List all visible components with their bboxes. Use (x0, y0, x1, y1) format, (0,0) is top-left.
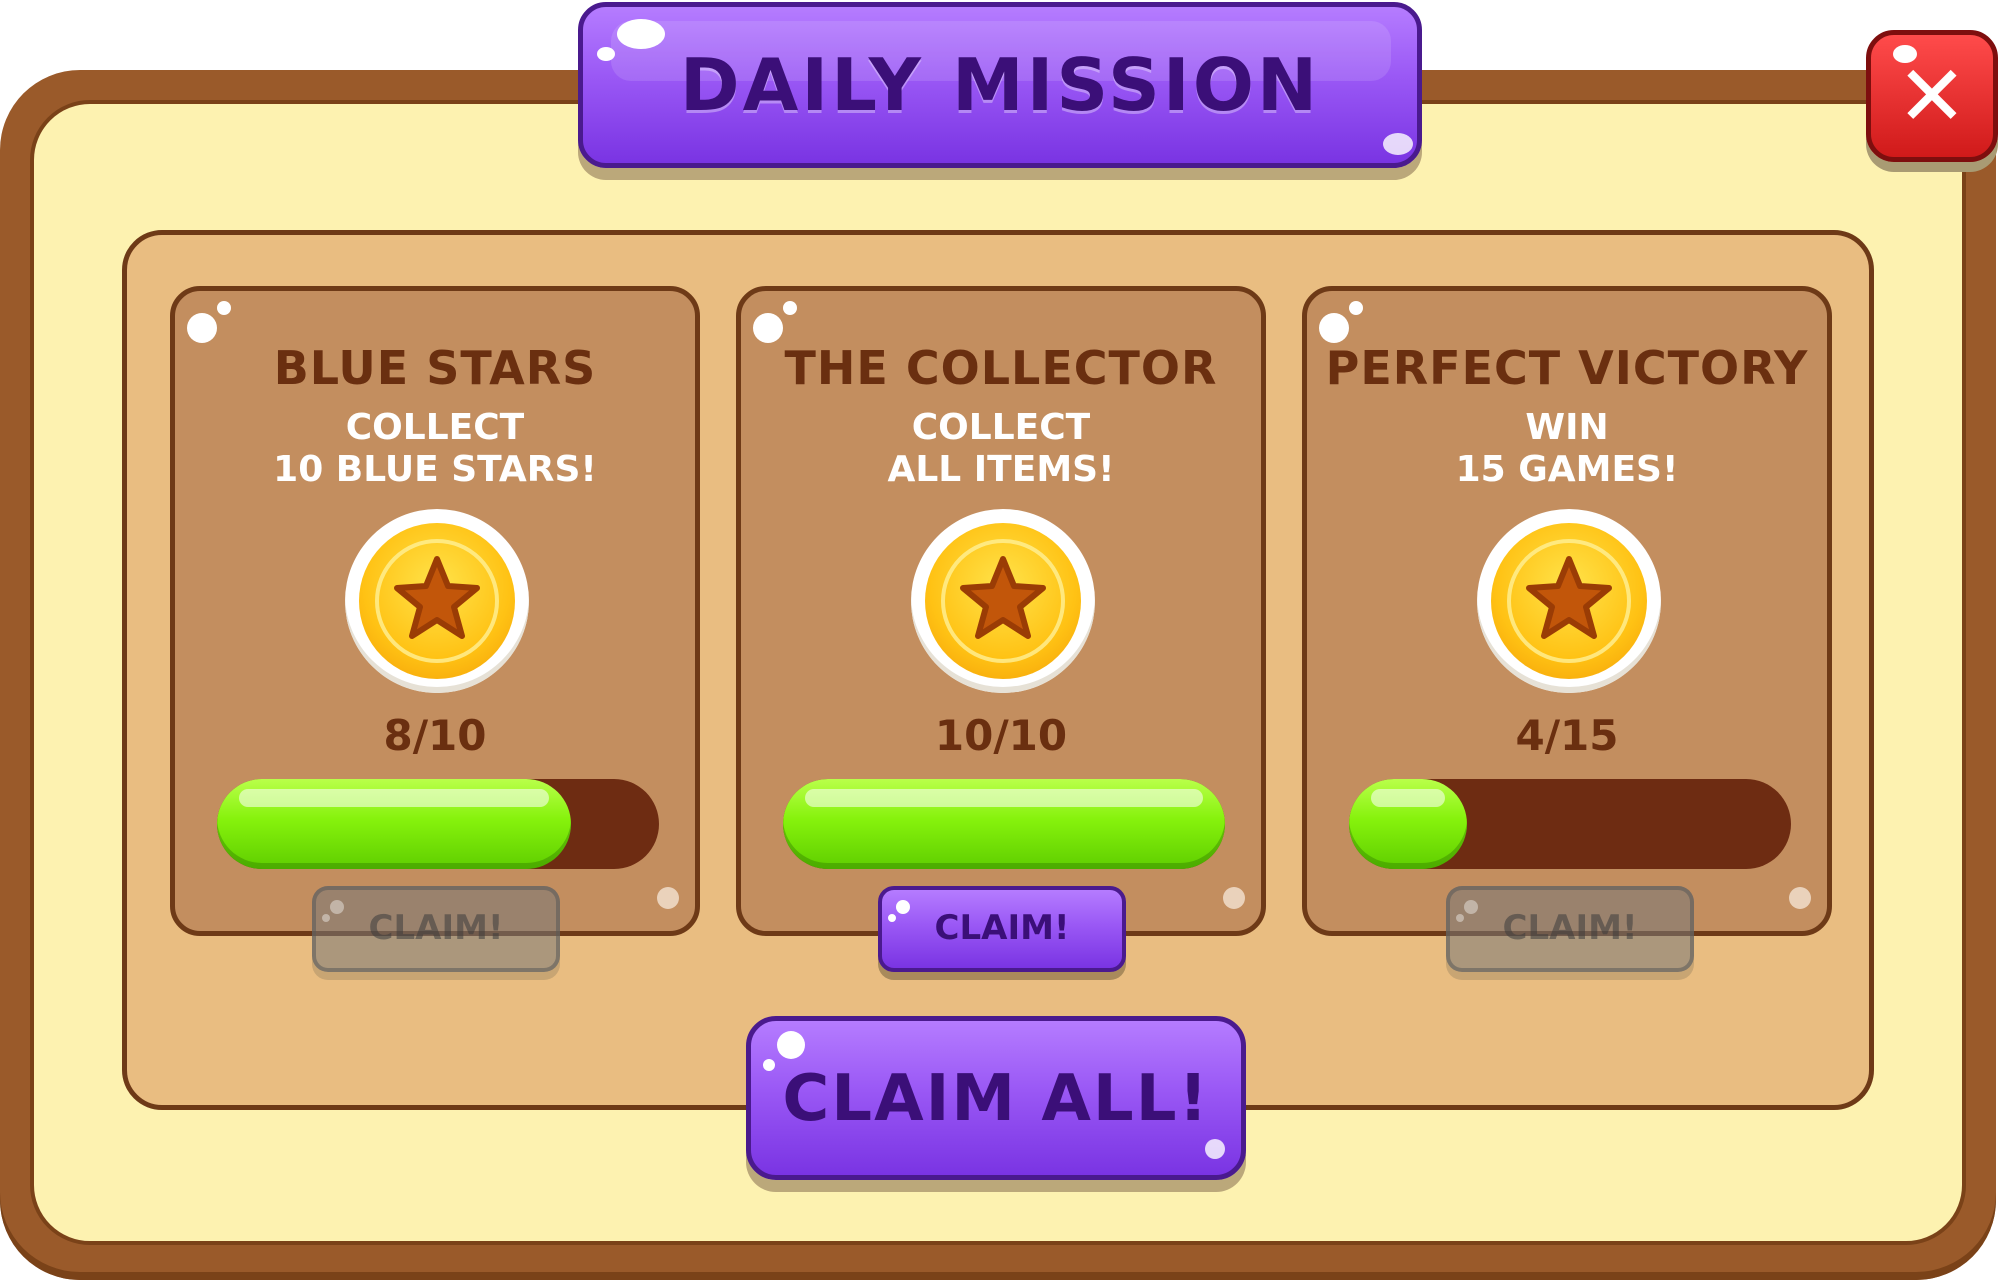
mission-description-line: COLLECT (911, 407, 1091, 448)
progress-bar-gloss (1371, 789, 1445, 807)
shine-bubble (187, 313, 217, 343)
claim-button[interactable]: CLAIM! (1446, 886, 1694, 972)
mission-card: PERFECT VICTORY WIN 15 GAMES! 4/15 (1302, 286, 1832, 936)
star-icon (960, 556, 1046, 639)
mission-description-line: COLLECT (345, 407, 525, 448)
mission-description-line: ALL ITEMS! (887, 449, 1115, 490)
shine-bubble (763, 1059, 775, 1071)
card-corner-dot (657, 887, 679, 909)
mission-description: WIN 15 GAMES! (1307, 407, 1827, 491)
mission-description: COLLECT 10 BLUE STARS! (175, 407, 695, 491)
mission-card: THE COLLECTOR COLLECT ALL ITEMS! 10/10 (736, 286, 1266, 936)
coin-face (925, 523, 1081, 679)
card-corner-dot (1223, 887, 1245, 909)
shine-bubble (1456, 914, 1464, 922)
claim-button-label: CLAIM! (934, 908, 1070, 948)
mission-card: BLUE STARS COLLECT 10 BLUE STARS! 8/10 (170, 286, 700, 936)
shine-bubble (777, 1031, 805, 1059)
shine-bubble (217, 301, 231, 315)
close-icon: ✕ (1896, 47, 1968, 145)
close-button[interactable]: ✕ (1866, 30, 1998, 162)
mission-description-line: 10 BLUE STARS! (273, 449, 597, 490)
mission-progress-count: 10/10 (934, 711, 1068, 760)
shine-bubble (1383, 133, 1413, 155)
claim-all-button[interactable]: CLAIM ALL! (746, 1016, 1246, 1180)
mission-description-line: WIN (1525, 407, 1609, 448)
shine-bubble (1349, 301, 1363, 315)
shine-bubble (322, 914, 330, 922)
shine-bubble (888, 914, 896, 922)
star-coin-icon (911, 509, 1095, 693)
shine-bubble (1319, 313, 1349, 343)
mission-title: BLUE STARS (273, 341, 597, 395)
claim-all-label: CLAIM ALL! (782, 1062, 1210, 1136)
progress-bar-fill (217, 779, 571, 869)
progress-bar-gloss (805, 789, 1203, 807)
progress-bar-fill (783, 779, 1225, 869)
shine-bubble (1464, 900, 1478, 914)
coin-face (1491, 523, 1647, 679)
claim-button-label: CLAIM! (1502, 908, 1638, 948)
mission-title: THE COLLECTOR (784, 341, 1218, 395)
shine-bubble (330, 900, 344, 914)
shine-bubble (896, 900, 910, 914)
claim-button-label: CLAIM! (368, 908, 504, 948)
daily-mission-dialog: DAILY MISSION ✕ BLUE STARS COLLECT 10 BL… (0, 0, 2000, 1285)
progress-bar-fill (1349, 779, 1467, 869)
claim-button[interactable]: CLAIM! (878, 886, 1126, 972)
coin-face (359, 523, 515, 679)
dialog-title-banner: DAILY MISSION (578, 2, 1422, 168)
mission-description-line: 15 GAMES! (1455, 449, 1679, 490)
mission-title: PERFECT VICTORY (1325, 341, 1809, 395)
shine-bubble (783, 301, 797, 315)
star-icon (1526, 556, 1612, 639)
progress-bar (1349, 779, 1791, 869)
shine-bubble (1205, 1139, 1225, 1159)
star-coin-icon (1477, 509, 1661, 693)
mission-progress-count: 8/10 (383, 711, 487, 760)
star-coin-icon (345, 509, 529, 693)
progress-bar-gloss (239, 789, 549, 807)
card-corner-dot (1789, 887, 1811, 909)
mission-description: COLLECT ALL ITEMS! (741, 407, 1261, 491)
star-icon (394, 556, 480, 639)
mission-progress-count: 4/15 (1515, 711, 1619, 760)
shine-bubble (753, 313, 783, 343)
claim-button[interactable]: CLAIM! (312, 886, 560, 972)
progress-bar (783, 779, 1225, 869)
progress-bar (217, 779, 659, 869)
dialog-title: DAILY MISSION (679, 43, 1321, 127)
